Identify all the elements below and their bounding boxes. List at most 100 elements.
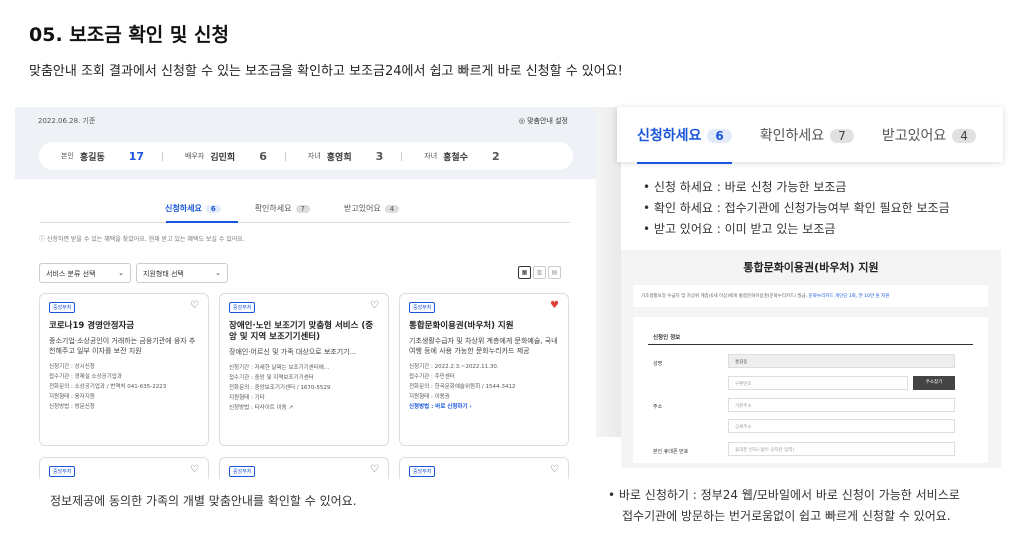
family-name: 홍영희 <box>326 152 352 163</box>
zoomed-tab-bar: 신청하세요 6 확인하세요 7 받고있어요 4 <box>617 107 1003 164</box>
card-desc: 장애인·어르신 및 가족 대상으로 보조기기... <box>229 348 357 356</box>
family-name: 홍철수 <box>443 152 468 163</box>
family-count: 17 <box>128 149 145 163</box>
address-field[interactable]: 기본주소 <box>728 398 955 412</box>
divider <box>648 344 973 345</box>
card-detail: 접수기관 : 중앙 및 지역보조기기센터 <box>229 375 314 381</box>
address-search-button[interactable]: 주소찾기 <box>913 376 955 390</box>
divider <box>401 151 403 161</box>
view-toggle: ▦ ▥ ▤ <box>518 266 561 279</box>
card-detail: 지원형태 : 이용권 <box>409 394 450 400</box>
category-select[interactable]: 서비스 분류 선택 ⌄ <box>39 263 131 283</box>
card-detail: 지원형태 : 융자지원 <box>49 394 95 400</box>
zipcode-field[interactable]: 우편번호 <box>728 376 908 390</box>
tab-descriptions: • 신청 하세요 : 바로 신청 가능한 보조금 • 확인 하세요 : 접수기관… <box>643 177 950 240</box>
tab-count: 6 <box>205 205 221 213</box>
divider <box>284 151 286 161</box>
divider <box>40 222 570 223</box>
family-member[interactable]: 본인 홍길동 17 <box>61 150 144 163</box>
section-title: 05. 보조금 확인 및 신청 <box>29 24 229 46</box>
heart-icon[interactable]: ♡ <box>550 464 559 475</box>
card-detail: 신청기간 : 상시신청 <box>49 364 95 370</box>
heart-icon[interactable]: ♡ <box>190 464 199 475</box>
card-detail: 전화문의 : 한국문화예술위원회 / 1544-3412 <box>409 384 516 390</box>
settings-link[interactable]: ◎ 맞춤안내 설정 <box>519 116 568 126</box>
category-tag: 중앙부처 <box>409 302 436 313</box>
card-detail: 신청기간 : 자세한 날짜는 보조기기센터에... <box>229 365 330 371</box>
tab-count: 7 <box>830 128 854 143</box>
tab-apply[interactable]: 신청하세요 6 <box>165 203 221 214</box>
category-tag: 중앙부처 <box>229 302 256 313</box>
mock-screen: 2022.06.28. 기준 ◎ 맞춤안내 설정 본인 홍길동 17 배우자 김민희 6… <box>15 107 596 479</box>
tab-count: 4 <box>384 205 400 213</box>
card-detail[interactable]: 신청방법 : 타사이트 이동 ↗ <box>229 403 379 413</box>
card-desc: 중소기업·소상공인이 거래하는 금융기관에 융자 추천해주고 일부 이자를 보전… <box>49 337 196 355</box>
notice-link: 문화누리카드 개인당 1회, 연 10만 원 지원 <box>808 294 890 299</box>
grid-view-icon[interactable]: ▦ <box>518 266 531 279</box>
benefit-card[interactable]: 중앙부처 ♥ 통합문화이용권(바우처) 지원 기초생활수급자 및 차상위 계층에… <box>399 293 569 446</box>
tab-count: 6 <box>707 128 732 143</box>
benefit-card[interactable]: 중앙부처 ♡ <box>39 457 209 479</box>
family-member[interactable]: 배우자 김민희 6 <box>185 150 267 163</box>
family-count: 3 <box>375 149 384 163</box>
family-bar: 본인 홍길동 17 배우자 김민희 6 자녀 홍영희 3 자녀 홍철수 2 <box>39 142 573 170</box>
category-tag: 중앙부처 <box>229 466 256 477</box>
benefit-card[interactable]: 중앙부처 ♡ 코로나19 경영안정자금 중소기업·소상공인이 거래하는 금융기관… <box>39 293 209 446</box>
info-text: ⓘ 신청하면 받을 수 있는 혜택을 찾았어요. 현재 받고 있는 혜택도 보실… <box>39 236 245 243</box>
notice-text: 기초생활보장 수급자 및 차상위 계층(6세 이상)에게 통합문화이용권(문화누… <box>633 285 988 307</box>
card-desc: 기초생활수급자 및 차상위 계층에게 문화예술, 국내여행 등에 사용 가능한 … <box>409 337 558 355</box>
card-title: 코로나19 경영안정자금 <box>49 321 135 331</box>
tab-check-large[interactable]: 확인하세요 7 <box>760 125 854 145</box>
application-preview: 통합문화이용권(바우처) 지원 기초생활보장 수급자 및 차상위 계층(6세 이… <box>621 250 1001 468</box>
tab-check[interactable]: 확인하세요 7 <box>255 203 310 214</box>
category-tag: 중앙부처 <box>49 466 76 477</box>
apply-link[interactable]: 신청방법 : 바로 신청하기 › <box>409 402 559 412</box>
card-detail: 전화문의 : 소상공기업과 / 번역처 041-635-2223 <box>49 384 167 390</box>
card-detail: 접수기관 : 주민센터 <box>409 374 455 380</box>
card-detail: 전화문의 : 중앙보조기기센터 / 1670-5529 <box>229 385 331 391</box>
benefit-card[interactable]: 중앙부처 ♡ 장애인·노인 보조기기 맞춤형 서비스 (중앙 및 지역 보조기기… <box>219 293 389 446</box>
form-section-title: 신청인 정보 <box>653 335 681 341</box>
family-member[interactable]: 자녀 홍영희 3 <box>308 150 383 163</box>
card-detail: 접수기관 : 경제실 소상공기업과 <box>49 374 122 380</box>
family-name: 홍길동 <box>79 152 105 163</box>
heart-icon[interactable]: ♡ <box>190 300 199 311</box>
list-view-icon[interactable]: ▤ <box>548 266 561 279</box>
heart-filled-icon[interactable]: ♥ <box>550 300 559 311</box>
list-item: • 신청 하세요 : 바로 신청 가능한 보조금 <box>643 180 847 194</box>
benefit-card[interactable]: 중앙부처 ♡ <box>219 457 389 479</box>
address-detail-field[interactable]: 상세주소 <box>728 419 955 433</box>
family-role: 배우자 <box>185 152 205 160</box>
chevron-down-icon: ⌄ <box>118 269 124 277</box>
family-count: 6 <box>259 149 267 163</box>
category-tag: 중앙부처 <box>49 302 76 313</box>
heart-icon[interactable]: ♡ <box>370 300 379 311</box>
phone-label: 본인 휴대폰 번호 <box>653 449 689 455</box>
heart-icon[interactable]: ♡ <box>370 464 379 475</box>
tab-bar: 신청하세요 6 확인하세요 7 받고있어요 4 <box>165 203 400 214</box>
phone-field[interactable]: 휴대폰 번호(-없이 숫자만 입력) <box>728 442 955 456</box>
family-role: 자녀 <box>307 152 321 160</box>
category-tag: 중앙부처 <box>409 466 436 477</box>
family-name: 김민희 <box>210 152 236 163</box>
mock-body: 신청하세요 6 확인하세요 7 받고있어요 4 ⓘ 신청하면 받을 수 있는 혜택을 … <box>15 179 596 479</box>
family-member[interactable]: 자녀 홍철수 2 <box>424 150 499 163</box>
name-field[interactable]: 홍길동 <box>728 354 955 368</box>
chevron-down-icon: ⌄ <box>215 269 221 277</box>
tab-receiving[interactable]: 받고있어요 4 <box>344 203 400 214</box>
card-detail: 신청방법 : 방문신청 <box>49 404 95 410</box>
tab-receiving-large[interactable]: 받고있어요 4 <box>882 125 976 145</box>
divider <box>162 151 164 161</box>
panel-title: 통합문화이용권(바우처) 지원 <box>743 261 879 274</box>
card-detail: 신청기간 : 2022.2.3.~2022.11.30. <box>409 364 499 370</box>
benefit-card[interactable]: 중앙부처 ♡ <box>399 457 569 479</box>
card-title: 통합문화이용권(바우처) 지원 <box>409 321 514 331</box>
support-type-select[interactable]: 지원형태 선택 ⌄ <box>136 263 228 283</box>
tab-count: 7 <box>295 205 310 213</box>
tab-apply-large[interactable]: 신청하세요 6 <box>637 125 732 164</box>
caption-line: 접수기관에 방문하는 번거로움없이 쉽고 빠르게 신청할 수 있어요. <box>622 509 951 523</box>
card-view-icon[interactable]: ▥ <box>533 266 546 279</box>
applicant-form: 신청인 정보 성명 홍길동 우편번호 주소찾기 주소 기본주소 상세주소 본인 … <box>633 317 988 463</box>
address-label: 주소 <box>653 404 663 410</box>
list-item: • 받고 있어요 : 이미 받고 있는 보조금 <box>643 222 836 236</box>
